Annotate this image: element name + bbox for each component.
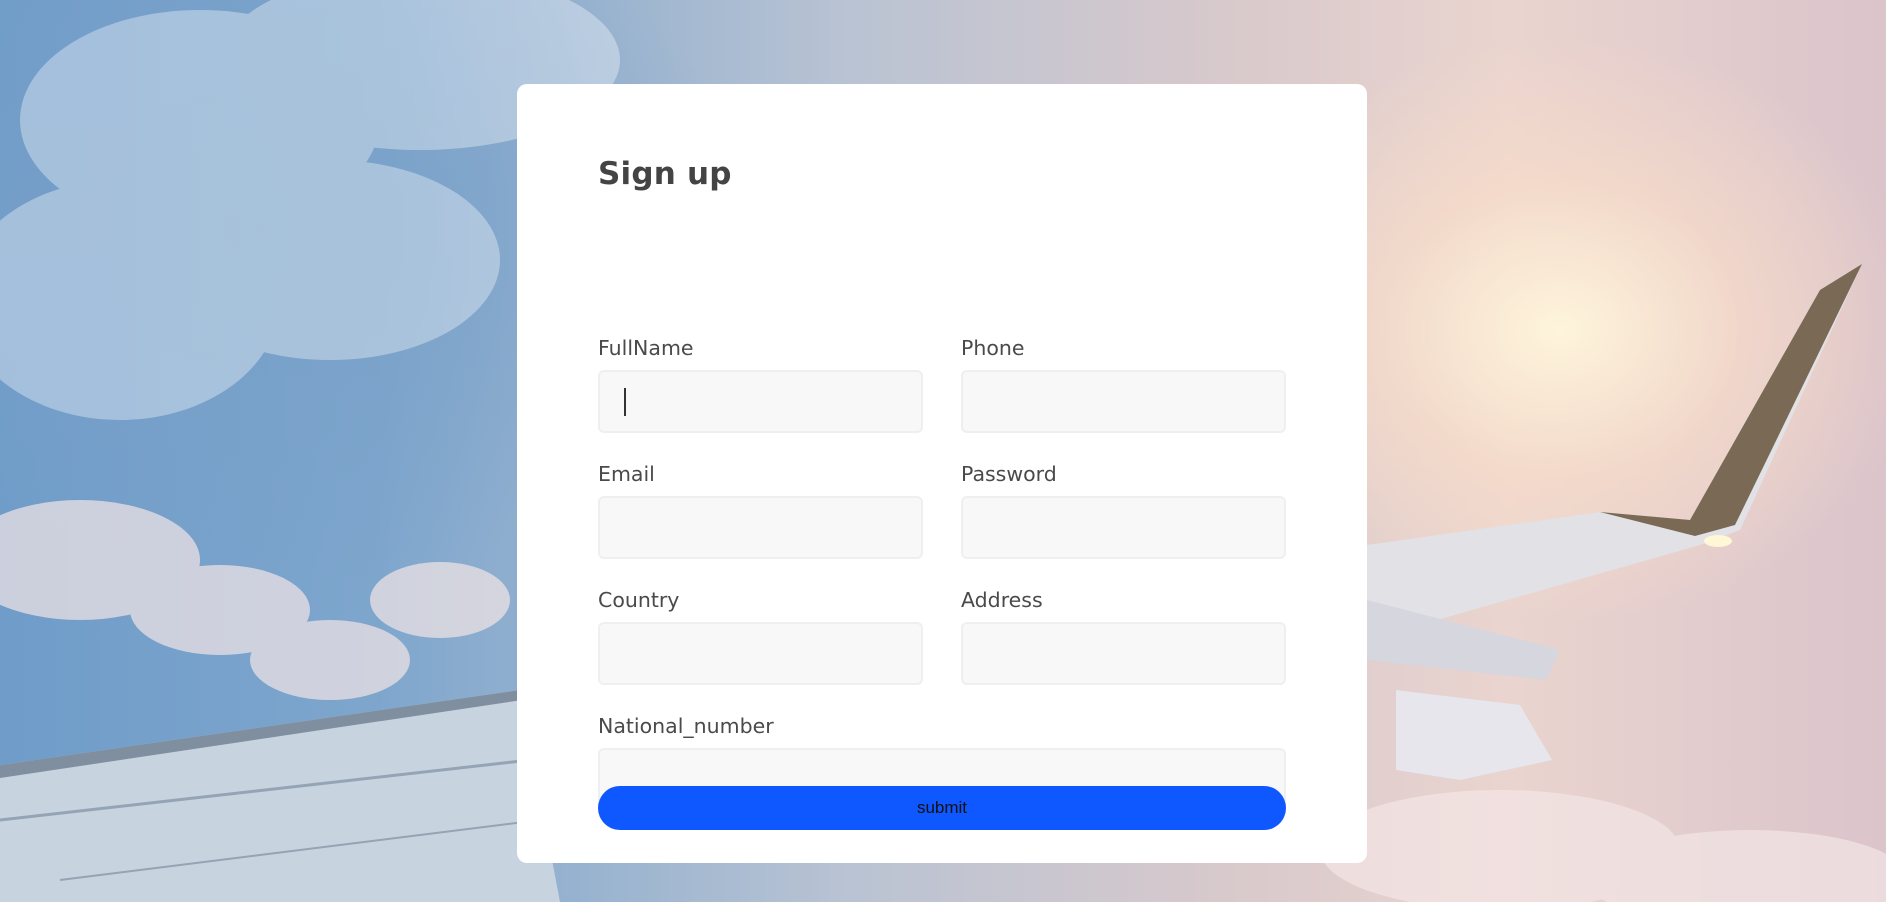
text-caret [624,388,626,416]
page-title: Sign up [598,156,732,192]
phone-input[interactable] [961,370,1286,433]
password-field: Password [961,460,1286,559]
submit-button[interactable]: submit [598,786,1286,830]
password-label: Password [961,462,1057,486]
national-number-label: National_number [598,714,774,738]
address-field: Address [961,586,1286,685]
email-label: Email [598,462,655,486]
address-input[interactable] [961,622,1286,685]
country-field: Country [598,586,923,685]
fullname-input[interactable] [598,370,923,433]
fullname-label: FullName [598,336,694,360]
phone-field: Phone [961,334,1286,433]
address-label: Address [961,588,1043,612]
country-label: Country [598,588,680,612]
password-input[interactable] [961,496,1286,559]
email-field: Email [598,460,923,559]
country-input[interactable] [598,622,923,685]
email-input[interactable] [598,496,923,559]
phone-label: Phone [961,336,1025,360]
fullname-field: FullName [598,334,923,433]
signup-card: Sign up FullName Phone Email Password Co… [517,84,1367,863]
